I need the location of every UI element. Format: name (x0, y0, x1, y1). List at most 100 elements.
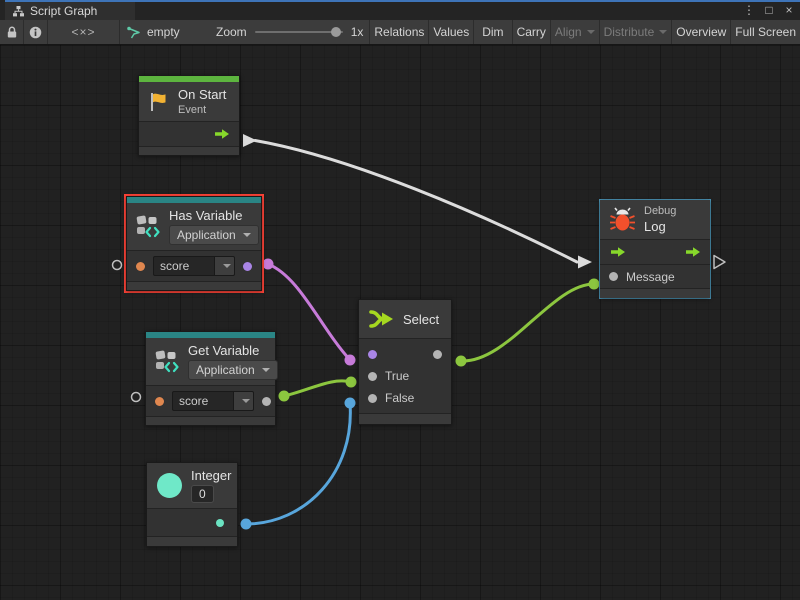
full-screen-button[interactable]: Full Screen (731, 20, 800, 44)
value-output-port[interactable] (216, 519, 224, 527)
wire-dot (345, 355, 356, 366)
node-get-variable[interactable]: Get Variable Application score (145, 331, 276, 426)
scope-dropdown[interactable]: Application (188, 360, 278, 380)
flow-wire-end-arrow (578, 256, 592, 269)
clear-connections-button[interactable]: <×> (48, 20, 120, 44)
wire-dot (279, 391, 290, 402)
node-footer (146, 416, 275, 425)
graph-toolbar: <×> empty Zoom 1x Relations Values (0, 20, 800, 45)
node-title: Select (403, 312, 439, 327)
node-footer (147, 536, 237, 546)
node-on-start[interactable]: On Start Event (138, 75, 240, 156)
unconnected-port-ring[interactable] (113, 261, 122, 270)
wire-get-variable-to-select-true[interactable] (284, 381, 351, 396)
message-row: Message (600, 264, 710, 288)
false-row: False (359, 387, 451, 409)
flow-input-port[interactable] (609, 246, 626, 258)
flow-output-port[interactable] (684, 246, 701, 258)
node-footer (139, 146, 239, 155)
node-integer[interactable]: Integer 0 (146, 462, 238, 547)
relations-button[interactable]: Relations (370, 20, 429, 44)
flag-icon (148, 91, 170, 113)
unconnected-flow-triangle[interactable] (714, 256, 725, 269)
integer-circle-icon (156, 472, 183, 499)
condition-row (359, 343, 451, 365)
message-input-port[interactable] (609, 272, 618, 281)
name-input-port[interactable] (136, 262, 145, 271)
lock-button[interactable] (0, 20, 24, 44)
carry-button[interactable]: Carry (513, 20, 551, 44)
selection-output-port[interactable] (433, 350, 442, 359)
node-has-variable[interactable]: Has Variable Application score (126, 196, 262, 291)
wire-on-start-to-debug-log[interactable] (255, 141, 577, 263)
wire-dot (241, 519, 252, 530)
scope-dropdown[interactable]: Application (169, 225, 259, 245)
select-merge-icon (368, 308, 395, 330)
values-button[interactable]: Values (429, 20, 474, 44)
result-output-port[interactable] (243, 262, 252, 271)
node-title: Debug (644, 205, 676, 217)
selection-outline-blue: Debug Log (599, 199, 711, 299)
zoom-value: 1x (351, 25, 364, 39)
zoom-slider-knob[interactable] (331, 27, 341, 37)
graph-canvas[interactable]: On Start Event (0, 45, 800, 600)
selection-status-label: empty (147, 25, 180, 39)
zoom-slider[interactable] (255, 31, 343, 33)
script-graph-window: Script Graph ⋮ □ × (0, 0, 800, 600)
window-controls: ⋮ □ × (742, 2, 796, 18)
zoom-label: Zoom (216, 25, 247, 39)
condition-input-port[interactable] (368, 350, 377, 359)
angle-x-icon: <×> (71, 25, 95, 39)
zoom-control: Zoom 1x (202, 20, 370, 44)
chevron-down-icon (223, 264, 231, 268)
wire-select-to-debug-message[interactable] (461, 284, 594, 361)
flow-output-row (139, 121, 239, 146)
message-port-label: Message (626, 270, 675, 284)
node-title: Get Variable (188, 343, 278, 358)
chevron-down-icon (659, 30, 667, 34)
chevron-down-icon (587, 30, 595, 34)
node-footer (127, 281, 261, 290)
true-port-label: True (385, 369, 409, 383)
variables-icon (155, 350, 180, 374)
flow-wire-start-arrow (243, 134, 257, 147)
lock-icon (6, 26, 18, 39)
true-input-port[interactable] (368, 372, 377, 381)
flow-output-port[interactable] (213, 128, 230, 140)
false-input-port[interactable] (368, 394, 377, 403)
distribute-dropdown-button[interactable]: Distribute (600, 20, 673, 44)
integer-value-field[interactable]: 0 (191, 485, 214, 503)
flow-row (600, 239, 710, 264)
variable-name-field[interactable]: score (172, 391, 254, 411)
graph-hierarchy-icon (13, 6, 24, 17)
toolbar-buttons: Relations Values Dim Carry Align Distrib… (370, 20, 800, 44)
dim-button[interactable]: Dim (474, 20, 512, 44)
graph-pointer-icon (126, 26, 141, 39)
value-output-port[interactable] (262, 397, 271, 406)
variable-name-field[interactable]: score (153, 256, 235, 276)
window-menu-icon[interactable]: ⋮ (742, 2, 756, 18)
info-button[interactable] (24, 20, 48, 44)
node-subtitle: Log (644, 219, 676, 234)
close-icon[interactable]: × (782, 2, 796, 18)
unconnected-port-ring[interactable] (132, 393, 141, 402)
node-title: Has Variable (169, 208, 259, 223)
node-debug-log[interactable]: Debug Log (600, 200, 710, 298)
wire-has-variable-to-select[interactable] (268, 264, 350, 360)
node-title: Integer (191, 468, 231, 483)
selection-status: empty (120, 20, 202, 44)
true-row: True (359, 365, 451, 387)
chevron-down-icon (243, 233, 251, 237)
maximize-icon[interactable]: □ (762, 2, 776, 18)
node-footer (600, 288, 710, 298)
align-dropdown-button[interactable]: Align (551, 20, 600, 44)
wire-dot (456, 356, 467, 367)
name-input-port[interactable] (155, 397, 164, 406)
tab-script-graph[interactable]: Script Graph (5, 2, 135, 20)
field-dropdown-button[interactable] (234, 391, 254, 411)
overview-button[interactable]: Overview (672, 20, 731, 44)
info-icon (29, 26, 42, 39)
node-select[interactable]: Select True False (358, 299, 452, 425)
field-dropdown-button[interactable] (215, 256, 235, 276)
tab-title: Script Graph (30, 4, 97, 18)
